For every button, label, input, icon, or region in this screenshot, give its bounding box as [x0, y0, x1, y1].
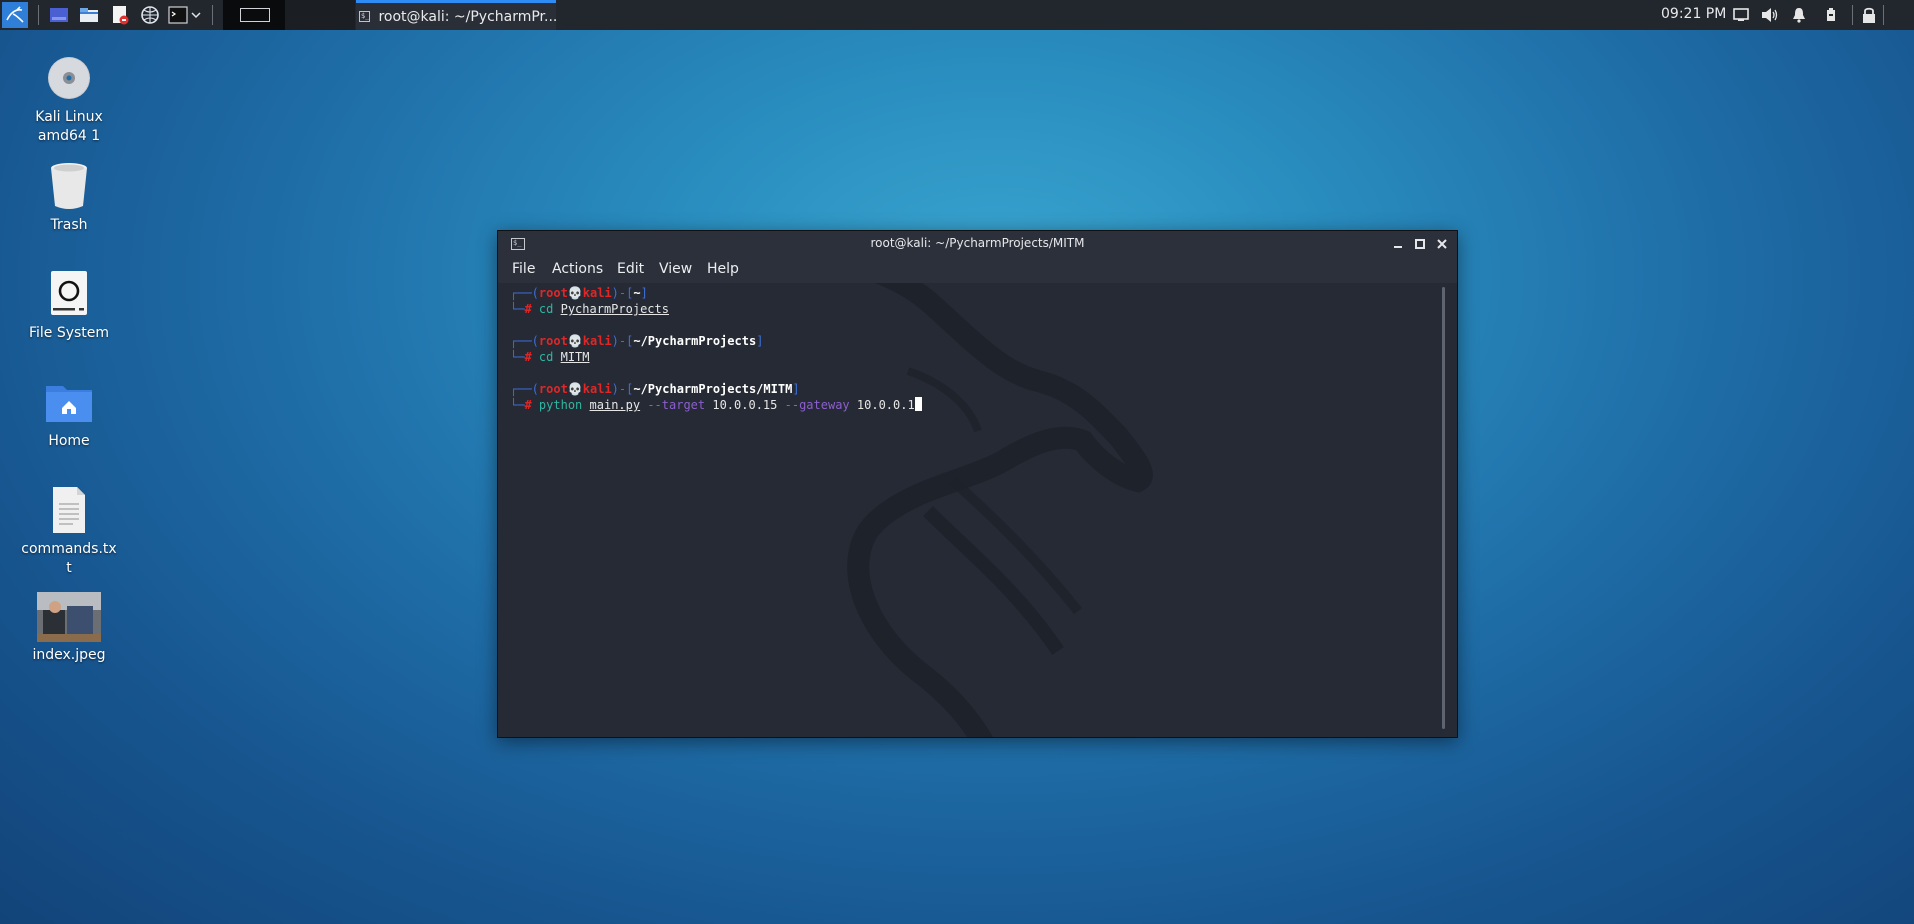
taskbar-terminal-label: root@kali: ~/PycharmPr...: [378, 8, 558, 25]
volume-icon[interactable]: [1761, 6, 1779, 24]
terminal-icon[interactable]: [167, 4, 189, 26]
battery-icon[interactable]: [1822, 6, 1840, 24]
terminal-icon: $_: [359, 11, 371, 22]
notification-bell-icon[interactable]: [1790, 6, 1808, 24]
text-cursor: [914, 397, 922, 411]
desktop-icon-label: File System: [28, 325, 110, 341]
web-browser-icon[interactable]: [139, 4, 161, 26]
desktop-icon-file-system[interactable]: File System: [19, 268, 119, 343]
desktop-icon-label: commands.tx t: [21, 541, 117, 576]
terminal-output[interactable]: ┌──(root💀kali)-[~] └─# cd PycharmProject…: [498, 283, 1443, 737]
taskbar-terminal-button[interactable]: $_ root@kali: ~/PycharmPr...: [356, 0, 558, 30]
display-icon[interactable]: [1732, 6, 1750, 24]
image-thumbnail: [37, 592, 101, 642]
file-manager-icon[interactable]: [78, 4, 100, 26]
menu-file[interactable]: File: [512, 261, 535, 277]
chevron-down-icon[interactable]: [189, 4, 203, 26]
desktop-icon-label: Kali Linux amd64 1: [35, 109, 103, 144]
home-folder-icon: [43, 376, 95, 428]
top-panel: $_ root@kali: ~/PycharmPr... 09:21 PM: [0, 0, 1914, 30]
desktop-icon-kali-linux[interactable]: Kali Linux amd64 1: [19, 52, 119, 146]
desktop-icon-home[interactable]: Home: [19, 376, 119, 451]
command-line-current[interactable]: └─# python main.py --target 10.0.0.15 --…: [510, 397, 922, 413]
prompt-line: ┌──(root💀kali)-[~/PycharmProjects/MITM]: [510, 382, 800, 396]
desktop-icon-commands-txt[interactable]: commands.tx t: [19, 484, 119, 578]
window-title: root@kali: ~/PycharmProjects/MITM: [870, 236, 1085, 250]
terminal-menubar: File Actions Edit View Help: [498, 257, 1457, 283]
desktop-icon-index-jpeg[interactable]: index.jpeg: [19, 592, 119, 665]
command-line: └─# cd MITM: [510, 350, 590, 364]
desktop-icon-label: Home: [48, 433, 90, 449]
kali-menu-icon[interactable]: [2, 2, 28, 28]
lock-icon[interactable]: [1860, 6, 1878, 24]
text-editor-icon[interactable]: [109, 4, 131, 26]
close-button[interactable]: [1433, 235, 1451, 253]
desktop-icon-label: Trash: [50, 217, 88, 233]
menu-actions[interactable]: Actions: [552, 261, 603, 277]
terminal-window[interactable]: $_ root@kali: ~/PycharmProjects/MITM Fil…: [497, 230, 1458, 738]
minimize-button[interactable]: [1389, 235, 1407, 253]
menu-help[interactable]: Help: [707, 261, 739, 277]
workspace-1[interactable]: [223, 0, 285, 30]
command-line: └─# cd PycharmProjects: [510, 302, 669, 316]
desktop-icon-trash[interactable]: Trash: [19, 160, 119, 235]
trash-icon: [43, 160, 95, 212]
desktop-icon-label: index.jpeg: [32, 647, 106, 663]
workspace-2[interactable]: [285, 0, 355, 30]
drive-icon: [43, 268, 95, 320]
text-file-icon: [43, 484, 95, 536]
menu-view[interactable]: View: [659, 261, 692, 277]
disc-icon: [43, 52, 95, 104]
workspace-switcher-icon[interactable]: [48, 4, 70, 26]
prompt-line: ┌──(root💀kali)-[~/PycharmProjects]: [510, 334, 764, 348]
maximize-button[interactable]: [1411, 235, 1429, 253]
clock[interactable]: 09:21 PM: [1661, 6, 1726, 22]
menu-edit[interactable]: Edit: [617, 261, 644, 277]
terminal-scrollbar[interactable]: [1442, 287, 1445, 729]
prompt-line: ┌──(root💀kali)-[~]: [510, 286, 648, 300]
terminal-titlebar[interactable]: $_ root@kali: ~/PycharmProjects/MITM: [498, 231, 1457, 257]
